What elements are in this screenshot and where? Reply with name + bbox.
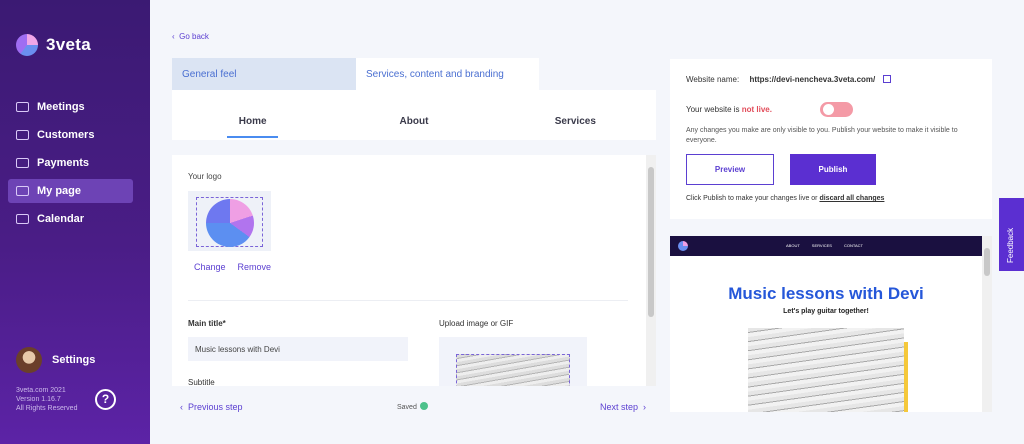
preview-accent-bar	[904, 342, 908, 412]
publish-button[interactable]: Publish	[790, 154, 876, 185]
scroll-thumb[interactable]	[984, 248, 990, 276]
external-link-icon[interactable]	[882, 75, 891, 83]
avatar	[16, 347, 42, 373]
save-status: Saved	[397, 402, 428, 411]
scroll-thumb[interactable]	[648, 167, 654, 317]
preview-nav-services: SERVICES	[811, 243, 832, 248]
previous-step-button[interactable]: ‹ Previous step	[180, 402, 243, 412]
payments-icon	[16, 158, 29, 168]
feedback-button[interactable]: Feedback	[999, 198, 1024, 271]
settings-label: Settings	[52, 354, 96, 366]
previous-step-label: Previous step	[188, 402, 243, 412]
live-status-prefix: Your website is	[686, 105, 742, 114]
sidebar-item-label: Payments	[37, 157, 89, 169]
subtab-services[interactable]: Services	[495, 90, 656, 140]
tab-services-content-branding[interactable]: Services, content and branding	[356, 58, 539, 90]
sidebar-nav: Meetings Customers Payments My page Cale…	[8, 95, 133, 235]
version-line: Version 1.16.7	[16, 396, 61, 403]
preview-hero-image	[748, 328, 904, 412]
brand-logo-icon	[16, 34, 38, 56]
site-preview: ABOUT SERVICES CONTACT Music lessons wit…	[670, 236, 992, 412]
sidebar-item-calendar[interactable]: Calendar	[8, 207, 133, 231]
rights-line: All Rights Reserved	[16, 405, 78, 412]
subtitle-label: Subtitle	[188, 378, 215, 386]
image-upload-box[interactable]	[439, 337, 587, 386]
sidebar-item-my-page[interactable]: My page	[8, 179, 133, 203]
live-toggle[interactable]	[820, 102, 853, 117]
divider	[188, 300, 628, 301]
logo-image	[206, 199, 254, 247]
preview-title: Music lessons with Devi	[728, 284, 924, 303]
help-icon[interactable]: ?	[95, 389, 116, 410]
live-status-row: Your website is not live.	[686, 105, 772, 114]
logo-preview-frame	[196, 197, 263, 247]
preview-nav-links: ABOUT SERVICES CONTACT	[786, 243, 863, 248]
home-editor-panel: Your logo Change Remove Main title* Musi…	[172, 155, 656, 386]
main-title-label: Main title*	[188, 319, 226, 328]
preview-nav-about: ABOUT	[786, 243, 800, 248]
go-back-label: Go back	[179, 32, 209, 41]
publish-note-text: Click Publish to make your changes live …	[686, 195, 820, 202]
subtab-about[interactable]: About	[333, 90, 494, 140]
subtab-home[interactable]: Home	[172, 90, 333, 140]
preview-scrollbar[interactable]	[982, 236, 992, 412]
chevron-right-icon: ›	[638, 402, 646, 412]
sidebar-item-payments[interactable]: Payments	[8, 151, 133, 175]
uploaded-image	[456, 354, 570, 386]
publish-note: Click Publish to make your changes live …	[686, 195, 884, 202]
live-status-value: not live.	[741, 105, 772, 114]
preview-subtitle: Let's play guitar together!	[783, 308, 869, 315]
sidebar-item-label: Customers	[37, 129, 95, 141]
version-info: 3veta.com 2021 Version 1.16.7 All Rights…	[16, 386, 77, 413]
sidebar-item-label: My page	[37, 185, 82, 197]
sidebar-item-label: Calendar	[37, 213, 85, 225]
brand-name: 3veta	[46, 35, 91, 54]
check-icon	[419, 402, 428, 410]
discard-changes-link[interactable]: discard all changes	[819, 195, 884, 202]
visibility-note: Any changes you make are only visible to…	[686, 127, 958, 144]
next-step-button[interactable]: Next step ›	[600, 402, 646, 412]
main-content: ‹ Go back General feel Services, content…	[150, 0, 1024, 444]
remove-logo-link[interactable]: Remove	[238, 262, 272, 272]
editor-tabs: General feel Services, content and brand…	[172, 58, 539, 90]
main-title-input[interactable]: Music lessons with Devi	[188, 337, 408, 361]
change-logo-link[interactable]: Change	[194, 262, 226, 272]
preview-navbar: ABOUT SERVICES CONTACT	[670, 236, 982, 256]
tab-general-feel[interactable]: General feel	[172, 58, 356, 90]
saved-label: Saved	[397, 404, 417, 411]
logo-label: Your logo	[188, 172, 222, 181]
preview-button[interactable]: Preview	[686, 154, 774, 185]
logo-actions: Change Remove	[194, 262, 271, 272]
website-name-label: Website name:	[686, 75, 740, 84]
upload-image-label: Upload image or GIF	[439, 319, 514, 328]
next-step-label: Next step	[599, 402, 638, 412]
sidebar-item-meetings[interactable]: Meetings	[8, 95, 133, 119]
editor-scrollbar[interactable]	[646, 155, 656, 386]
copyright-line: 3veta.com 2021	[16, 387, 66, 394]
go-back-link[interactable]: ‹ Go back	[172, 32, 209, 41]
preview-nav-contact: CONTACT	[843, 243, 863, 248]
toggle-knob	[823, 104, 834, 115]
logo-upload-box[interactable]	[188, 191, 271, 251]
website-status-card: Website name: https://devi-nencheva.3vet…	[670, 59, 992, 219]
sidebar-item-customers[interactable]: Customers	[8, 123, 133, 147]
settings-link[interactable]: Settings	[16, 347, 95, 373]
my-page-icon	[16, 186, 29, 196]
calendar-icon	[16, 214, 29, 224]
website-url[interactable]: https://devi-nencheva.3veta.com/	[749, 75, 875, 84]
customers-icon	[16, 130, 29, 140]
sidebar-item-label: Meetings	[37, 101, 85, 113]
sidebar: 3veta Meetings Customers Payments My pag…	[0, 0, 150, 444]
meetings-icon	[16, 102, 29, 112]
preview-logo-icon	[678, 241, 688, 251]
chevron-left-icon: ‹	[180, 402, 188, 412]
page-subtabs: Home About Services	[172, 90, 656, 140]
brand-logo[interactable]: 3veta	[16, 34, 91, 56]
website-name-row: Website name: https://devi-nencheva.3vet…	[686, 75, 891, 84]
